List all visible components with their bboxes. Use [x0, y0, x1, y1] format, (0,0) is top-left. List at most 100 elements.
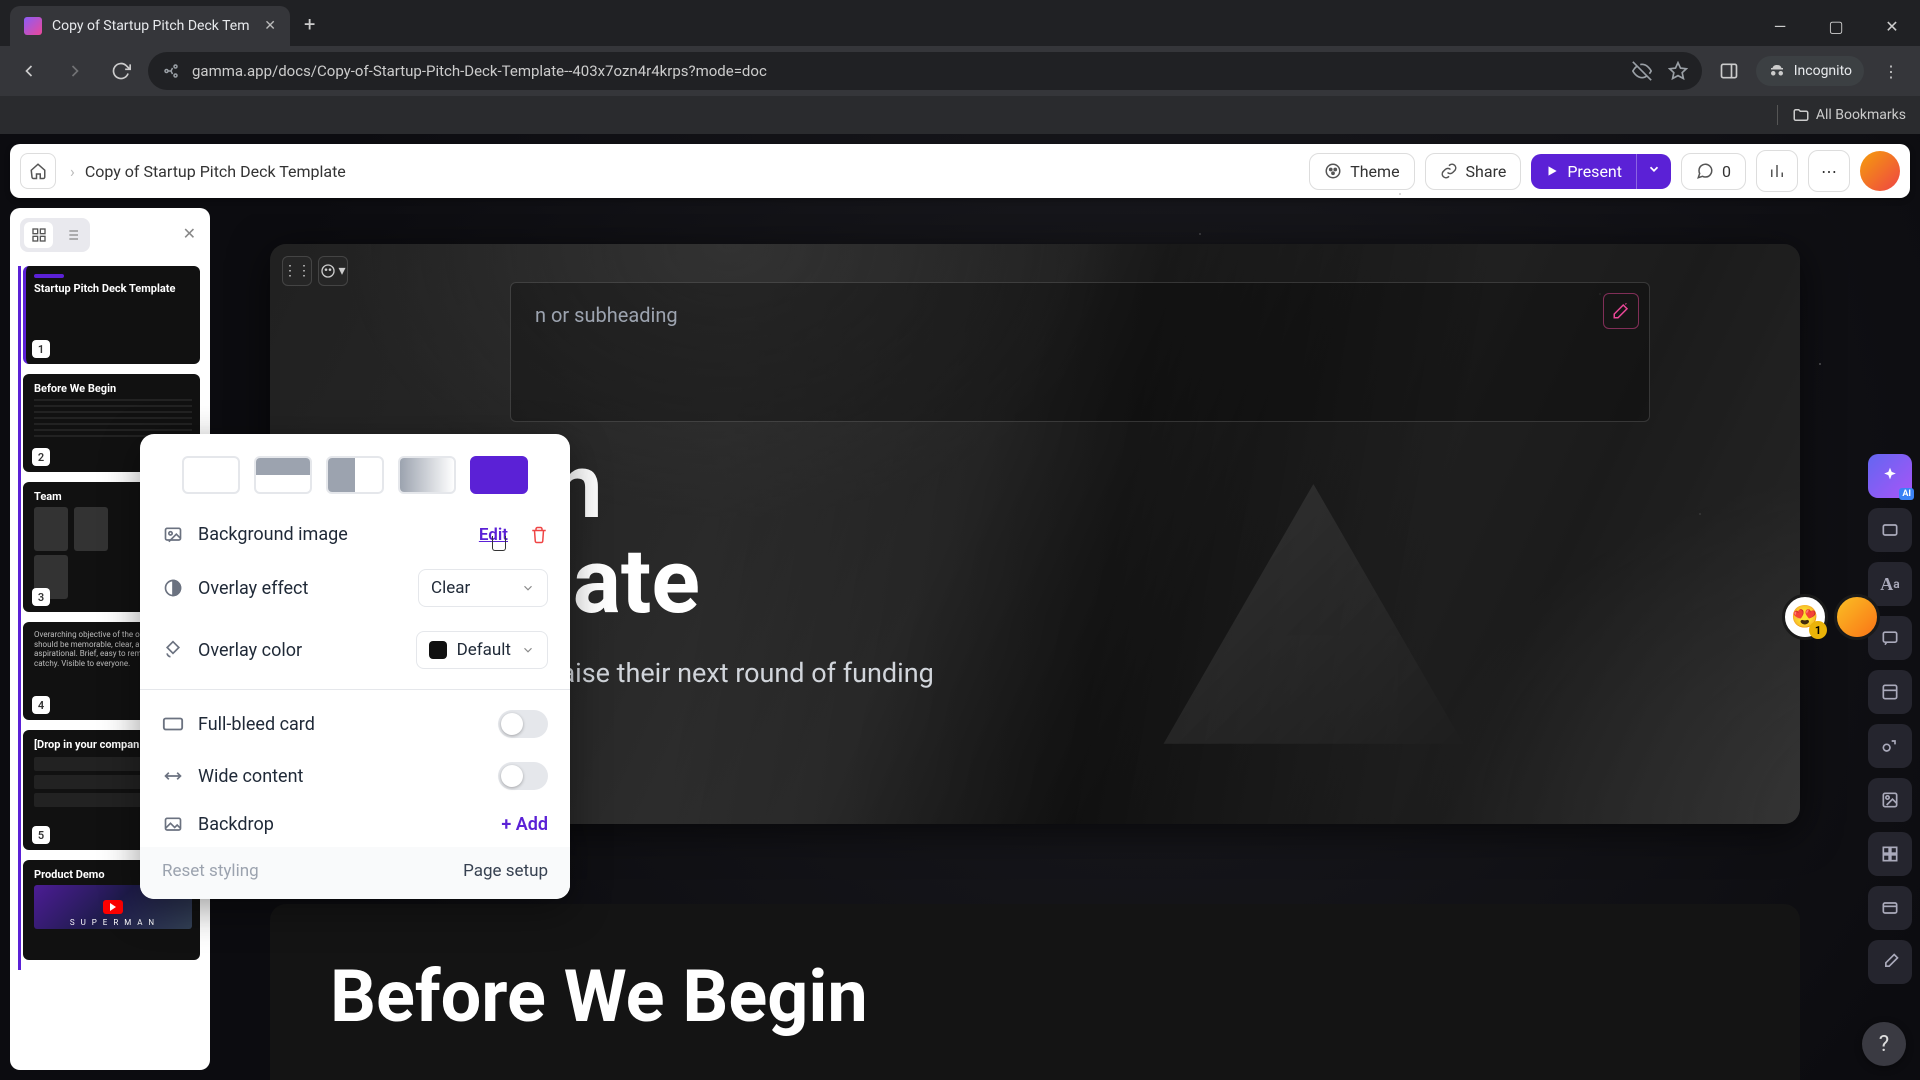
home-button[interactable] [20, 153, 56, 189]
card-tool-button[interactable] [1868, 508, 1912, 552]
theme-label: Theme [1350, 162, 1399, 181]
layout-tool-button[interactable] [1868, 670, 1912, 714]
shapes-tool-button[interactable] [1868, 724, 1912, 768]
image-tool-button[interactable] [1868, 778, 1912, 822]
embed-tool-button[interactable] [1868, 886, 1912, 930]
window-maximize-icon[interactable]: ▢ [1808, 6, 1864, 46]
reset-styling-button[interactable]: Reset styling [162, 861, 259, 881]
tab-close-icon[interactable]: ✕ [264, 18, 276, 34]
app-root: › Copy of Startup Pitch Deck Template Th… [0, 134, 1920, 1080]
thumbnail-title: Startup Pitch Deck Template [34, 282, 192, 295]
eye-off-icon[interactable] [1632, 61, 1652, 81]
background-layout-options [140, 452, 570, 512]
comments-button[interactable]: 0 [1681, 153, 1746, 190]
url-bar[interactable]: gamma.app/docs/Copy-of-Startup-Pitch-Dec… [148, 52, 1702, 90]
bg-option-left[interactable] [326, 456, 384, 494]
overlay-color-select[interactable]: Default [416, 631, 548, 669]
present-button[interactable]: Present [1531, 154, 1636, 189]
nav-reload-icon[interactable] [102, 52, 140, 90]
nav-forward-icon[interactable] [56, 52, 94, 90]
thumbnail-caption: S U P E R M A N [34, 918, 192, 927]
backdrop-icon [162, 815, 184, 835]
add-backdrop-link[interactable]: + Add [501, 814, 548, 835]
full-bleed-toggle[interactable] [498, 710, 548, 738]
incognito-label: Incognito [1794, 63, 1852, 79]
full-bleed-label: Full-bleed card [198, 714, 484, 735]
subheading-placeholder: n or subheading [535, 303, 678, 327]
ai-tool-button[interactable]: AI [1868, 454, 1912, 498]
analytics-button[interactable] [1756, 150, 1798, 192]
new-tab-button[interactable]: + [290, 2, 329, 46]
browser-menu-icon[interactable]: ⋮ [1872, 52, 1910, 90]
presence-avatars: 😍1 [1782, 594, 1880, 640]
edit-background-link[interactable]: Edit [479, 525, 508, 545]
presence-user-avatar[interactable] [1834, 594, 1880, 640]
thumbnail-number: 4 [32, 696, 50, 714]
card-2[interactable]: Before We Begin [270, 904, 1800, 1080]
page-setup-button[interactable]: Page setup [463, 861, 548, 881]
overlay-effect-label: Overlay effect [198, 578, 404, 599]
subheading-input[interactable]: n or subheading [510, 282, 1650, 422]
bg-option-full[interactable] [470, 456, 528, 494]
window-controls: — ▢ ✕ [1752, 6, 1920, 46]
browser-tab[interactable]: Copy of Startup Pitch Deck Tem ✕ [10, 6, 290, 46]
ai-rewrite-button[interactable] [1603, 293, 1639, 329]
thumbnail-view-tabs [20, 218, 90, 252]
user-avatar[interactable] [1860, 151, 1900, 191]
site-settings-icon[interactable] [162, 62, 180, 80]
backdrop-label: Backdrop [198, 814, 487, 835]
side-panel-icon[interactable] [1710, 52, 1748, 90]
comments-count: 0 [1722, 162, 1731, 181]
thumbnail-list-tab[interactable] [57, 222, 86, 248]
overlay-effect-value: Clear [431, 578, 470, 598]
nav-back-icon[interactable] [10, 52, 48, 90]
incognito-badge[interactable]: Incognito [1756, 56, 1864, 86]
present-dropdown[interactable] [1636, 154, 1671, 189]
bg-option-top[interactable] [254, 456, 312, 494]
bg-option-fade[interactable] [398, 456, 456, 494]
all-bookmarks-folder[interactable]: All Bookmarks [1792, 106, 1906, 124]
bookmark-star-icon[interactable] [1668, 61, 1688, 81]
grid-tool-button[interactable] [1868, 832, 1912, 876]
overlay-color-value: Default [457, 640, 511, 660]
thumbnail-title: Before We Begin [34, 382, 192, 395]
ai-badge: AI [1899, 488, 1914, 500]
help-button[interactable]: ? [1862, 1022, 1906, 1066]
delete-background-icon[interactable] [530, 526, 548, 544]
share-label: Share [1466, 162, 1507, 181]
color-swatch [429, 641, 447, 659]
background-image-label: Background image [198, 524, 465, 545]
image-icon [162, 525, 184, 545]
wide-icon [162, 766, 184, 786]
bg-option-none[interactable] [182, 456, 240, 494]
card-style-button[interactable]: ▾ [318, 256, 348, 286]
presence-reaction[interactable]: 😍1 [1782, 594, 1828, 640]
slide-thumbnail-1[interactable]: Startup Pitch Deck Template 1 [23, 266, 200, 364]
app-toolbar: › Copy of Startup Pitch Deck Template Th… [10, 144, 1910, 198]
right-tool-rail: AI Aa [1868, 454, 1912, 984]
theme-button[interactable]: Theme [1309, 153, 1414, 190]
card-drag-handle[interactable]: ⋮⋮ [282, 256, 312, 286]
thumbnail-panel-close-icon[interactable]: ✕ [183, 224, 196, 243]
overlay-effect-select[interactable]: Clear [418, 569, 548, 607]
thumbnail-number: 1 [32, 340, 50, 358]
wide-content-toggle[interactable] [498, 762, 548, 790]
thumbnail-number: 5 [32, 826, 50, 844]
card-style-popover: Background image Edit Overlay effect Cle… [140, 434, 570, 899]
window-minimize-icon[interactable]: — [1752, 6, 1808, 46]
tab-favicon [24, 17, 42, 35]
forms-tool-button[interactable] [1868, 940, 1912, 984]
thumbnail-number: 3 [32, 588, 50, 606]
thumbnail-grid-tab[interactable] [24, 222, 53, 248]
overlay-color-label: Overlay color [198, 640, 402, 661]
more-menu-button[interactable]: ⋯ [1808, 150, 1850, 192]
thumbnail-number: 2 [32, 448, 50, 466]
breadcrumb[interactable]: › Copy of Startup Pitch Deck Template [62, 162, 354, 181]
all-bookmarks-label: All Bookmarks [1816, 107, 1906, 123]
share-button[interactable]: Share [1425, 153, 1522, 190]
url-text: gamma.app/docs/Copy-of-Startup-Pitch-Dec… [192, 62, 767, 80]
card-2-title[interactable]: Before We Begin [330, 954, 1740, 1039]
present-label: Present [1567, 162, 1622, 181]
window-close-icon[interactable]: ✕ [1864, 6, 1920, 46]
browser-tab-bar: Copy of Startup Pitch Deck Tem ✕ + — ▢ ✕ [0, 0, 1920, 46]
